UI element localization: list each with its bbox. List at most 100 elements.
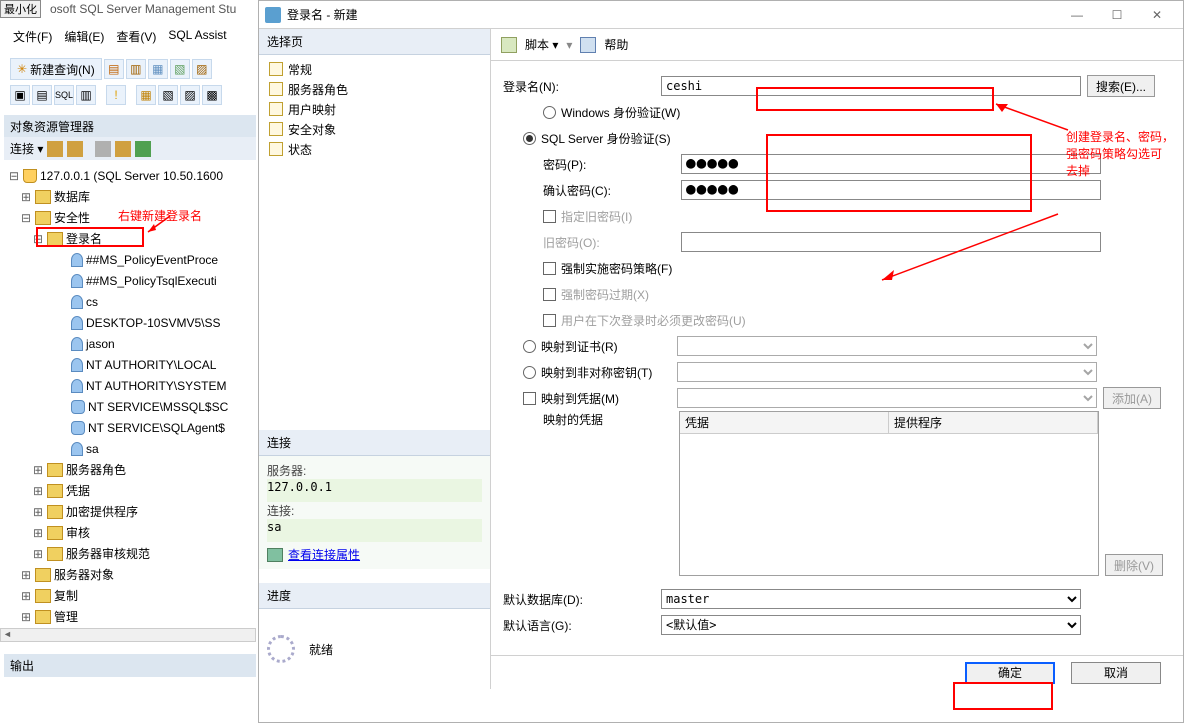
page-status[interactable]: 状态 xyxy=(263,139,486,159)
login-item[interactable]: NT AUTHORITY\LOCAL xyxy=(86,358,216,372)
expand-icon[interactable]: ⊞ xyxy=(20,568,32,582)
tb-btn-1[interactable]: ▤ xyxy=(104,59,124,79)
tree-credentials[interactable]: 凭据 xyxy=(66,482,90,499)
window-minimize-icon[interactable]: — xyxy=(1057,3,1097,27)
menu-edit[interactable]: 编辑(E) xyxy=(64,28,104,45)
windows-auth-radio[interactable] xyxy=(543,106,556,119)
tb-btn-5[interactable]: ▨ xyxy=(192,59,212,79)
server-node[interactable]: 127.0.0.1 (SQL Server 10.50.1600 xyxy=(40,169,223,183)
login-item[interactable]: NT SERVICE\MSSQL$SC xyxy=(88,400,228,414)
page-icon xyxy=(269,62,283,76)
script-dropdown[interactable]: 脚本 ▾ xyxy=(525,36,558,53)
tree-server-audit-spec[interactable]: 服务器审核规范 xyxy=(66,545,150,562)
tree-logins[interactable]: 登录名 xyxy=(66,230,102,247)
expand-icon[interactable]: ⊞ xyxy=(32,484,44,498)
map-cert-radio[interactable] xyxy=(523,340,536,353)
login-item[interactable]: NT AUTHORITY\SYSTEM xyxy=(86,379,226,393)
map-cred-checkbox[interactable] xyxy=(523,392,536,405)
tree-mgmt[interactable]: 管理 xyxy=(54,608,78,625)
password-input[interactable]: ●●●●● xyxy=(681,154,1101,174)
users-icon xyxy=(71,400,85,414)
tb-btn-4[interactable]: ▧ xyxy=(170,59,190,79)
tb2-8[interactable]: ▩ xyxy=(202,85,222,105)
tb2-3[interactable]: SQL xyxy=(54,85,74,105)
expand-icon[interactable]: ⊞ xyxy=(20,610,32,624)
expand-icon[interactable]: ⊟ xyxy=(32,232,44,246)
page-user-mapping[interactable]: 用户映射 xyxy=(263,99,486,119)
tb2-1[interactable]: ▣ xyxy=(10,85,30,105)
expand-icon[interactable]: ⊞ xyxy=(32,463,44,477)
login-item[interactable]: jason xyxy=(86,337,115,351)
tree-security[interactable]: 安全性 xyxy=(54,209,90,226)
tree-replication[interactable]: 复制 xyxy=(54,587,78,604)
tb2-5[interactable]: ▦ xyxy=(136,85,156,105)
old-pw-input xyxy=(681,232,1101,252)
help-button[interactable]: 帮助 xyxy=(604,36,628,53)
tb-btn-3[interactable]: ▦ xyxy=(148,59,168,79)
expand-icon[interactable]: ⊞ xyxy=(32,505,44,519)
tree-server-roles[interactable]: 服务器角色 xyxy=(66,461,126,478)
login-name-input[interactable] xyxy=(661,76,1081,96)
window-close-icon[interactable]: ✕ xyxy=(1137,3,1177,27)
expand-icon[interactable]: ⊟ xyxy=(8,169,20,183)
users-icon xyxy=(71,421,85,435)
tb2-7[interactable]: ▨ xyxy=(180,85,200,105)
tb2-6[interactable]: ▧ xyxy=(158,85,178,105)
menu-view[interactable]: 查看(V) xyxy=(116,28,156,45)
page-server-roles[interactable]: 服务器角色 xyxy=(263,79,486,99)
login-item[interactable]: cs xyxy=(86,295,98,309)
login-item[interactable]: ##MS_PolicyTsqlExecuti xyxy=(86,274,217,288)
menu-file[interactable]: 文件(F) xyxy=(13,28,52,45)
page-general[interactable]: 常规 xyxy=(263,59,486,79)
sql-auth-radio[interactable] xyxy=(523,132,536,145)
object-explorer-tree: ⊟ 127.0.0.1 (SQL Server 10.50.1600 ⊞ 数据库 ⊟… xyxy=(8,165,256,627)
tree-audits[interactable]: 审核 xyxy=(66,524,90,541)
map-asym-radio[interactable] xyxy=(523,366,536,379)
tree-databases[interactable]: 数据库 xyxy=(54,188,90,205)
cancel-button[interactable]: 取消 xyxy=(1071,662,1161,684)
specify-old-pw-label: 指定旧密码(I) xyxy=(561,208,632,225)
tb-btn-2[interactable]: ▥ xyxy=(126,59,146,79)
minimize-button[interactable]: 最小化 xyxy=(0,0,41,18)
tb2-2[interactable]: ▤ xyxy=(32,85,52,105)
view-connection-props-link[interactable]: 查看连接属性 xyxy=(288,546,360,563)
horizontal-scrollbar[interactable] xyxy=(0,628,256,642)
page-icon xyxy=(269,142,283,156)
default-db-select[interactable]: master xyxy=(661,589,1081,609)
login-item[interactable]: NT SERVICE\SQLAgent$ xyxy=(88,421,225,435)
tb2-4[interactable]: ▥ xyxy=(76,85,96,105)
window-maximize-icon[interactable]: ☐ xyxy=(1097,3,1137,27)
page-securables[interactable]: 安全对象 xyxy=(263,119,486,139)
confirm-password-input[interactable]: ●●●●● xyxy=(681,180,1101,200)
connect-dropdown[interactable]: 连接 ▾ xyxy=(10,140,43,157)
expand-icon[interactable]: ⊞ xyxy=(20,589,32,603)
default-lang-select[interactable]: <默认值> xyxy=(661,615,1081,635)
new-query-button[interactable]: ✳新建查询(N) xyxy=(10,58,102,80)
tree-crypto[interactable]: 加密提供程序 xyxy=(66,503,138,520)
login-item[interactable]: ##MS_PolicyEventProce xyxy=(86,253,218,267)
expand-icon[interactable]: ⊞ xyxy=(20,190,32,204)
conn-icon-2[interactable] xyxy=(67,141,83,157)
enforce-expire-checkbox xyxy=(543,288,556,301)
enforce-policy-checkbox[interactable] xyxy=(543,262,556,275)
map-asym-select xyxy=(677,362,1097,382)
server-value: 127.0.0.1 xyxy=(267,479,482,502)
expand-icon[interactable]: ⊟ xyxy=(20,211,32,225)
login-item[interactable]: sa xyxy=(86,442,99,456)
ok-button[interactable]: 确定 xyxy=(965,662,1055,684)
filter-icon[interactable] xyxy=(95,141,111,157)
menu-sqlassist[interactable]: SQL Assist xyxy=(168,28,226,45)
expand-icon[interactable]: ⊞ xyxy=(32,526,44,540)
user-icon xyxy=(71,253,83,267)
enforce-policy-label: 强制实施密码策略(F) xyxy=(561,260,672,277)
refresh-icon[interactable] xyxy=(135,141,151,157)
toolbar-secondary: ▣ ▤ SQL ▥ ! ▦ ▧ ▨ ▩ xyxy=(10,85,222,105)
conn-icon-1[interactable] xyxy=(47,141,63,157)
tree-server-objects[interactable]: 服务器对象 xyxy=(54,566,114,583)
tb2-warn[interactable]: ! xyxy=(106,85,126,105)
login-item[interactable]: DESKTOP-10SVMV5\SS xyxy=(86,316,221,330)
expand-icon[interactable]: ⊞ xyxy=(32,547,44,561)
search-button[interactable]: 搜索(E)... xyxy=(1087,75,1155,97)
connect-bar: 连接 ▾ xyxy=(4,137,256,160)
conn-icon-3[interactable] xyxy=(115,141,131,157)
